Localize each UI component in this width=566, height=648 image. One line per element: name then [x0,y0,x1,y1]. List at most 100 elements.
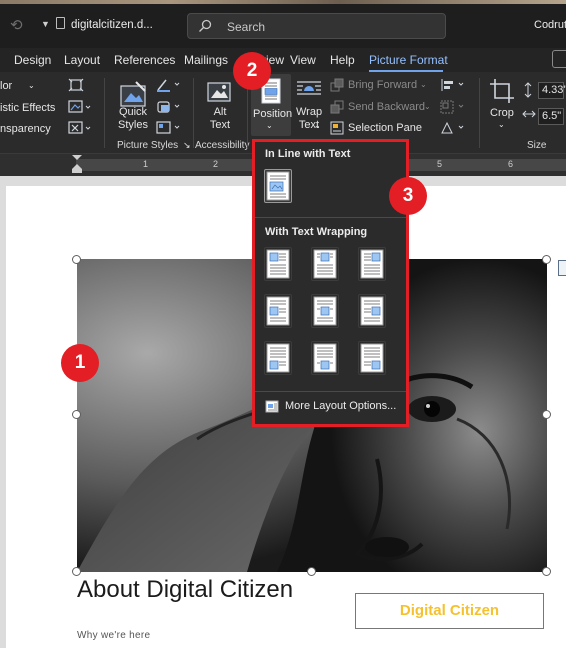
user-name[interactable]: Codrut [534,19,566,31]
ribbon-separator [193,78,194,148]
top-right-position-icon [360,249,384,279]
change-picture-icon[interactable] [68,100,92,114]
menu-divider [255,391,406,392]
resize-handle-bottom-right[interactable] [542,567,551,576]
selection-pane-icon[interactable] [330,121,344,135]
resize-handle-right[interactable] [542,410,551,419]
ruler-number: 5 [437,159,443,169]
comments-button[interactable] [552,50,566,68]
search-icon [199,19,212,32]
align-icon[interactable] [440,78,468,92]
tab-layout[interactable]: Layout [64,53,100,67]
picture-border-icon[interactable] [156,78,182,92]
wrap-text-dropdown-icon[interactable]: ⌄ [314,121,321,130]
step-callout-1: 1 [61,344,99,382]
menu-divider [255,217,406,218]
middle-center-position-icon [313,296,337,326]
picture-styles-group-label: Picture Styles [117,140,179,151]
search-box[interactable]: Search [187,13,446,39]
group-icon[interactable] [440,100,468,114]
resize-handle-bottom[interactable] [307,567,316,576]
tab-mailings[interactable]: Mailings [184,53,228,67]
position-label: Position [253,108,293,120]
ruler-number: 6 [508,159,514,169]
middle-left-position-icon [266,296,290,326]
bring-forward-dropdown-icon[interactable]: ⌄ [420,80,427,89]
ribbon-separator [104,78,105,148]
crop-icon[interactable] [489,78,515,104]
reset-picture-icon[interactable] [68,121,92,135]
tab-help[interactable]: Help [330,53,355,67]
shape-width-icon [522,110,536,118]
selection-pane-label[interactable]: Selection Pane [348,122,422,134]
bottom-center-position-icon [313,343,337,373]
shape-height-icon [524,82,532,98]
bottom-left-position-icon [266,343,290,373]
position-middle-center-option[interactable] [311,294,339,328]
step-callout-3: 3 [389,177,427,215]
inline-with-text-header: In Line with Text [265,148,351,160]
quick-styles-label[interactable]: Quick Styles [118,106,148,132]
position-middle-right-option[interactable] [358,294,386,328]
ribbon-separator [479,78,480,148]
rotate-icon[interactable] [440,121,468,135]
title-bar-backdrop [0,0,566,4]
wrap-text-icon[interactable] [296,80,322,102]
send-backward-label[interactable]: Send Backward [348,101,425,113]
position-top-right-option[interactable] [358,247,386,281]
position-middle-left-option[interactable] [264,294,292,328]
document-name[interactable]: digitalcitizen.d... [71,19,153,31]
color-dropdown-icon[interactable]: ⌄ [28,81,35,90]
document-icon [56,17,65,29]
digital-citizen-logo: Digital Citizen [355,593,544,629]
ribbon-tabs: Design Layout References Mailings view V… [0,48,566,72]
artistic-effects-menu[interactable]: istic Effects [0,102,55,114]
indent-marker-icon[interactable] [71,154,83,176]
document-heading: About Digital Citizen [77,576,294,603]
position-top-center-option[interactable] [311,247,339,281]
layout-options-icon[interactable] [558,260,566,276]
compress-pictures-icon[interactable] [68,78,84,92]
bring-forward-label[interactable]: Bring Forward [348,79,417,91]
picture-layout-icon[interactable] [156,121,182,135]
search-placeholder: Search [227,20,266,34]
more-layout-options-item[interactable]: More Layout Options... [261,396,400,418]
more-layout-options-label: More Layout Options... [285,400,397,412]
picture-effects-icon[interactable] [156,100,182,114]
size-group-label: Size [527,140,547,151]
quick-access-dropdown-icon[interactable]: ▼ [41,19,50,29]
crop-dropdown-icon[interactable]: ⌄ [498,120,505,129]
resize-handle-top-left[interactable] [72,255,81,264]
width-input[interactable]: 6.5" [538,108,564,125]
position-inline-option[interactable] [264,169,292,203]
resize-handle-left[interactable] [72,410,81,419]
send-backward-icon[interactable] [330,100,344,114]
tab-references[interactable]: References [114,53,175,67]
format-picture-launcher-icon[interactable]: ↘ [183,140,191,151]
transparency-menu[interactable]: nsparency [0,123,51,135]
tab-picture-format[interactable]: Picture Format [369,53,448,67]
top-left-position-icon [266,249,290,279]
accessibility-group-label: Accessibility [195,140,250,151]
bring-forward-icon[interactable] [330,78,344,92]
color-menu[interactable]: lor [0,80,12,92]
ruler-number: 2 [213,159,219,169]
position-bottom-right-option[interactable] [358,341,386,375]
height-input[interactable]: 4.33" [538,82,566,99]
alt-text-label[interactable]: Alt Text [206,106,234,132]
tab-view[interactable]: View [290,53,316,67]
alt-text-icon[interactable] [206,80,234,106]
ruler-number: 1 [143,159,149,169]
resize-handle-top-right[interactable] [542,255,551,264]
layout-options-icon [265,400,279,413]
position-bottom-left-option[interactable] [264,341,292,375]
tab-design[interactable]: Design [14,53,51,67]
resize-handle-bottom-left[interactable] [72,567,81,576]
position-bottom-center-option[interactable] [311,341,339,375]
position-top-left-option[interactable] [264,247,292,281]
middle-right-position-icon [360,296,384,326]
send-backward-dropdown-icon[interactable]: ⌄ [424,102,431,111]
position-dropdown-menu: In Line with Text With Text Wrapping Mor… [252,139,409,427]
crop-label[interactable]: Crop [490,107,514,119]
undo-icon[interactable]: ⟲ [10,16,23,34]
